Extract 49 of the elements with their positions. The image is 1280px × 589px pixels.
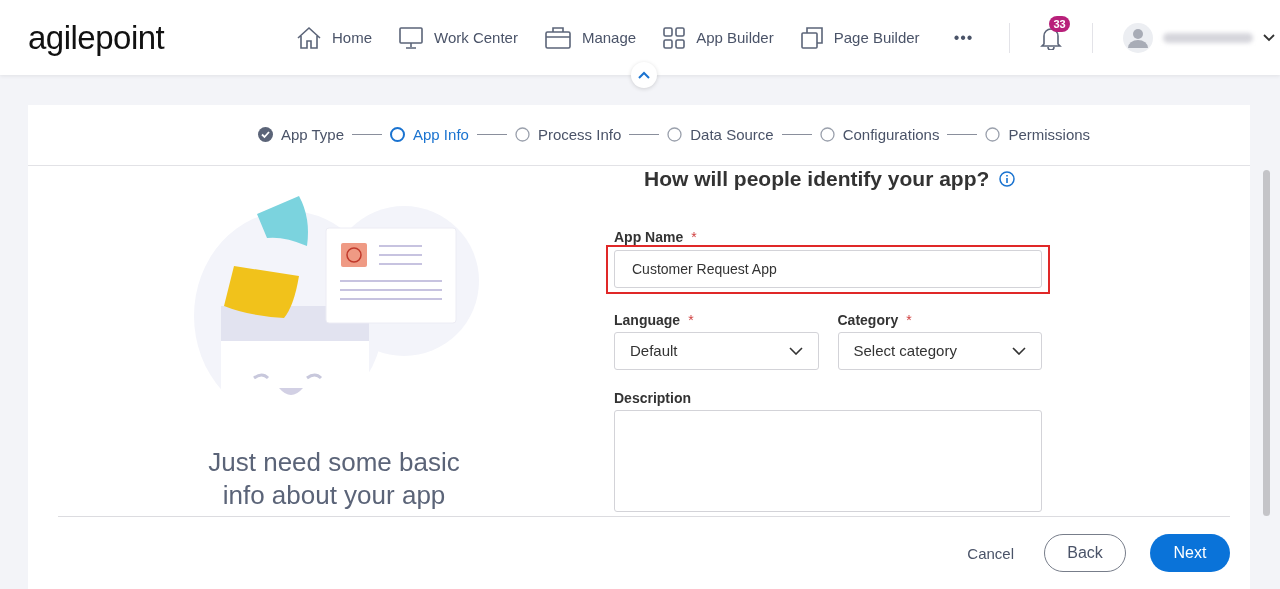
collapse-button[interactable] bbox=[631, 62, 657, 88]
grid-icon bbox=[662, 25, 687, 50]
wizard-step[interactable]: Data Source bbox=[667, 126, 774, 144]
category-dropdown[interactable]: Select category bbox=[837, 331, 1042, 370]
required-mark: * bbox=[906, 311, 912, 328]
chevron-down-icon[interactable] bbox=[1263, 33, 1276, 42]
circle-icon bbox=[985, 127, 1001, 143]
wizard-step[interactable]: Process Info bbox=[514, 126, 622, 144]
field-label: Description bbox=[614, 389, 691, 406]
info-icon[interactable] bbox=[999, 170, 1016, 187]
cancel-button[interactable]: Cancel bbox=[961, 543, 1020, 563]
nav-item[interactable]: Manage bbox=[543, 25, 637, 50]
required-mark: * bbox=[691, 228, 697, 245]
logo: agilepoint bbox=[28, 18, 166, 57]
wizard-step[interactable]: Configurations bbox=[819, 126, 940, 144]
wizard-step[interactable]: Permissions bbox=[985, 126, 1091, 144]
description-field[interactable] bbox=[614, 409, 1042, 512]
home-icon bbox=[296, 25, 322, 50]
more-button[interactable]: ••• bbox=[947, 27, 980, 48]
field-label: Language bbox=[614, 311, 681, 328]
scrollbar[interactable] bbox=[1263, 169, 1270, 516]
required-mark: * bbox=[688, 311, 694, 328]
briefcase-icon bbox=[543, 25, 572, 50]
wizard-step[interactable]: App Info bbox=[390, 126, 469, 144]
field-label: App Name bbox=[614, 228, 684, 245]
check-circle-icon bbox=[257, 127, 273, 143]
chevron-down-icon bbox=[1012, 346, 1026, 355]
notification-badge: 33 bbox=[1049, 15, 1070, 32]
field-label: Category bbox=[837, 311, 899, 328]
nav-item[interactable]: Home bbox=[296, 25, 372, 50]
circle-icon bbox=[514, 127, 530, 143]
nav-item[interactable]: Work Center bbox=[398, 25, 518, 50]
language-dropdown[interactable]: Default bbox=[614, 331, 819, 370]
next-button[interactable]: Next bbox=[1150, 534, 1230, 573]
chevron-up-icon bbox=[638, 71, 650, 79]
form-title: How will people identify your app? bbox=[644, 166, 990, 191]
circle-icon bbox=[390, 127, 405, 143]
illustration-caption: Just need some basic info about your app bbox=[207, 445, 461, 512]
circle-icon bbox=[667, 127, 683, 143]
back-button[interactable]: Back bbox=[1044, 534, 1126, 573]
wizard-step[interactable]: App Type bbox=[257, 126, 344, 144]
nav-item[interactable]: Page Builder bbox=[799, 25, 920, 50]
copy-icon bbox=[799, 25, 824, 50]
circle-icon bbox=[819, 127, 835, 143]
nav-item[interactable]: App Builder bbox=[662, 25, 774, 50]
app-name-input[interactable]: Customer Request App bbox=[614, 249, 1042, 288]
monitor-icon bbox=[398, 25, 424, 50]
avatar-icon[interactable] bbox=[1123, 22, 1154, 53]
chevron-down-icon bbox=[788, 346, 803, 355]
